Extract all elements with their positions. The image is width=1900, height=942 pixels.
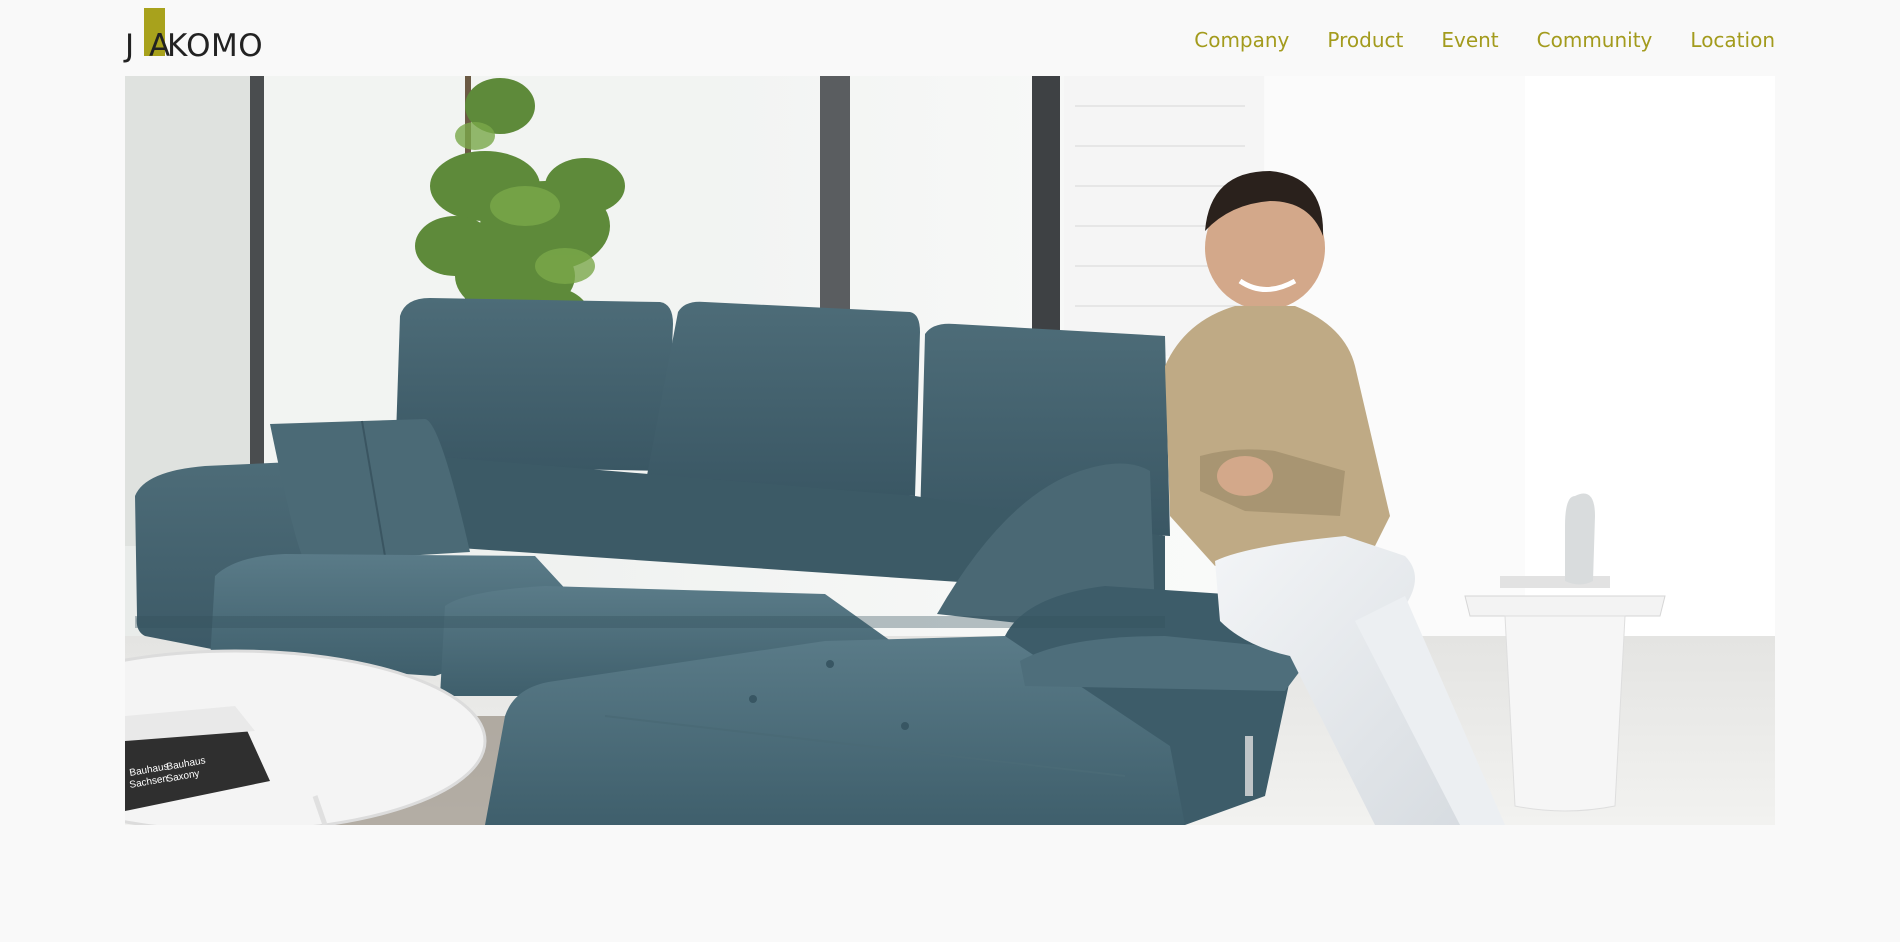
logo-letters-komo: KOMO: [167, 28, 264, 64]
hero-banner: Bauhaus Sachsen Bauhaus Saxony: [125, 76, 1775, 825]
nav-item-community[interactable]: Community: [1537, 26, 1653, 54]
nav-item-company[interactable]: Company: [1194, 26, 1289, 54]
nav-item-product[interactable]: Product: [1327, 26, 1403, 54]
nav-item-location[interactable]: Location: [1690, 26, 1775, 54]
logo-letter-j: J: [125, 28, 135, 64]
jakomo-logo[interactable]: J AKOMO: [125, 8, 265, 64]
nav-item-event[interactable]: Event: [1441, 26, 1498, 54]
living-room-photo: Bauhaus Sachsen Bauhaus Saxony: [125, 76, 1775, 825]
main-nav: Company Product Event Community Location: [1194, 26, 1775, 54]
site-header: J AKOMO Company Product Event Community L…: [125, 0, 1775, 76]
logo-letter-a: A: [149, 28, 171, 64]
